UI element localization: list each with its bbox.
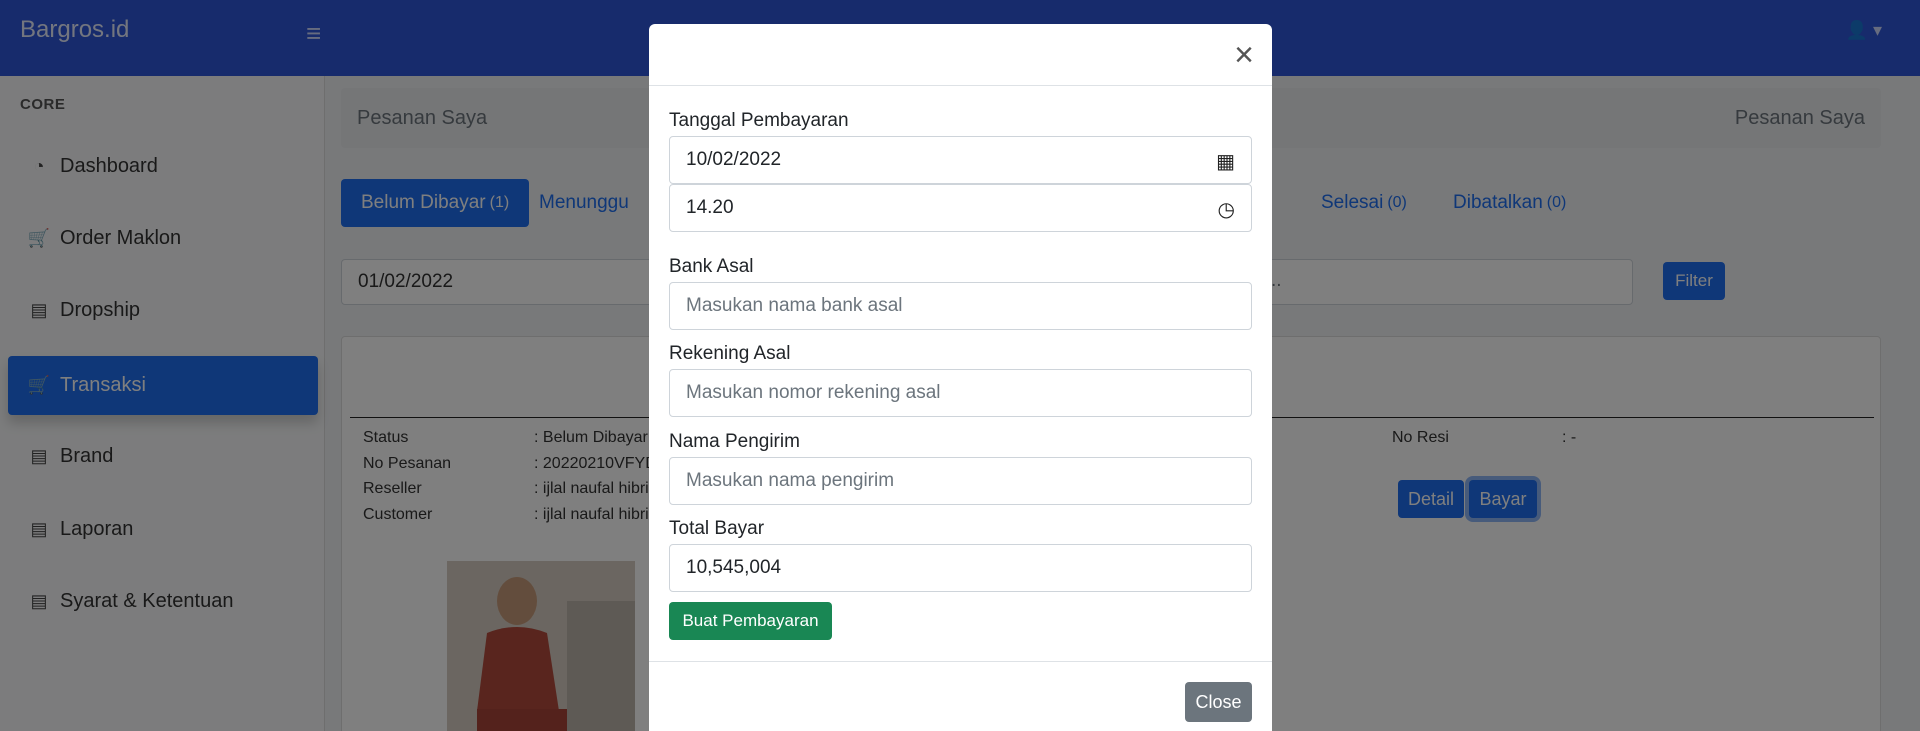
buat-pembayaran-button[interactable]: Buat Pembayaran [669, 602, 832, 640]
bank-asal-field[interactable]: Masukan nama bank asal [669, 282, 1252, 330]
total-bayar-label: Total Bayar [669, 518, 765, 539]
rekening-asal-label: Rekening Asal [669, 343, 791, 364]
close-icon[interactable]: × [1234, 38, 1254, 72]
total-bayar-field[interactable]: 10,545,004 [669, 544, 1252, 592]
nama-pengirim-label: Nama Pengirim [669, 431, 800, 452]
rekening-asal-field[interactable]: Masukan nomor rekening asal [669, 369, 1252, 417]
calendar-icon[interactable]: ▦ [1216, 149, 1235, 174]
bank-asal-label: Bank Asal [669, 256, 754, 277]
modal-footer-divider [649, 661, 1272, 662]
clock-icon[interactable]: ◷ [1218, 197, 1235, 222]
payment-modal: × Tanggal Pembayaran 10/02/2022 ▦ 14.20 … [649, 24, 1272, 731]
nama-pengirim-field[interactable]: Masukan nama pengirim [669, 457, 1252, 505]
time-value: 14.20 [686, 197, 734, 218]
close-button[interactable]: Close [1185, 682, 1252, 722]
date-value: 10/02/2022 [686, 149, 782, 170]
waktu-pembayaran-field[interactable]: 14.20 ◷ [669, 184, 1252, 232]
modal-header-divider [649, 85, 1272, 86]
tanggal-pembayaran-label: Tanggal Pembayaran [669, 110, 849, 131]
tanggal-pembayaran-field[interactable]: 10/02/2022 ▦ [669, 136, 1252, 184]
